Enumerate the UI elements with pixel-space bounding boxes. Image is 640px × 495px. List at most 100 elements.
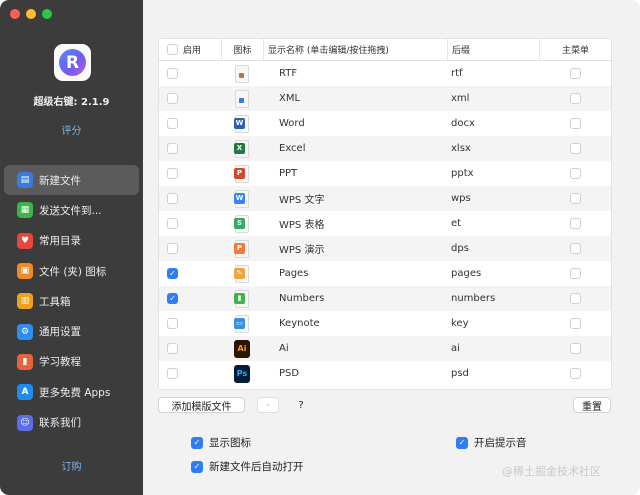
main-menu-checkbox[interactable] [569, 268, 581, 279]
auto-open-label: 新建文件后自动打开 [209, 461, 304, 473]
display-name[interactable]: PSD [263, 361, 447, 386]
file-suffix: xml [451, 93, 470, 104]
display-name[interactable]: Pages [263, 261, 447, 286]
main-menu-checkbox[interactable] [569, 368, 581, 379]
powerpoint-icon: P [233, 164, 251, 184]
show-icon-label: 显示图标 [209, 437, 251, 449]
main-menu-checkbox[interactable] [569, 343, 581, 354]
display-name[interactable]: RTF [263, 61, 447, 86]
table-row[interactable]: ✓ ▮ Numbers numbers [159, 286, 611, 311]
table-row[interactable]: RTF rtf [159, 61, 611, 86]
main-menu-checkbox[interactable] [569, 293, 581, 304]
enable-checkbox[interactable] [167, 243, 178, 254]
sidebar-item-6[interactable]: ▮ 学习教程 [4, 347, 139, 377]
main-menu-checkbox[interactable] [569, 118, 581, 129]
file-suffix: pptx [451, 168, 474, 179]
r-logo-icon: R [59, 49, 86, 76]
display-name[interactable]: WPS 表格 [263, 211, 447, 236]
enable-checkbox[interactable] [167, 143, 178, 154]
sidebar-item-5[interactable]: ⚙ 通用设置 [4, 316, 139, 346]
help-button[interactable]: ? [293, 397, 309, 413]
auto-open-checkbox[interactable]: ✓ [191, 460, 203, 473]
enable-checkbox[interactable]: ✓ [167, 293, 178, 304]
table-row[interactable]: Ai Ai ai [159, 336, 611, 361]
main-menu-checkbox[interactable] [569, 168, 581, 179]
table-row[interactable]: ✓ ✎ Pages pages [159, 261, 611, 286]
minimize-window-button[interactable] [26, 9, 36, 19]
enable-checkbox[interactable] [167, 218, 178, 229]
show-icon-checkbox[interactable]: ✓ [191, 436, 203, 449]
enable-checkbox[interactable] [167, 168, 178, 179]
main-menu-checkbox[interactable] [569, 243, 581, 254]
enable-checkbox[interactable] [167, 318, 178, 329]
main-menu-checkbox[interactable] [569, 143, 581, 154]
enable-checkbox[interactable] [167, 193, 178, 204]
sidebar-item-2[interactable]: ♥ 常用目录 [4, 226, 139, 256]
table-row[interactable]: XML xml [159, 86, 611, 111]
sound-checkbox[interactable]: ✓ [456, 436, 468, 449]
gear-icon: ⚙ [17, 323, 33, 340]
display-name[interactable]: Word [263, 111, 447, 136]
display-name[interactable]: XML [263, 86, 447, 111]
file-suffix: docx [451, 118, 475, 129]
keynote-icon: ▭ [233, 314, 251, 334]
remove-button[interactable]: - [257, 397, 279, 413]
display-name[interactable]: Keynote [263, 311, 447, 336]
table-row[interactable]: Ps PSD psd [159, 361, 611, 386]
enable-checkbox[interactable] [167, 368, 178, 379]
sidebar-item-0[interactable]: ▤ 新建文件 [4, 165, 139, 196]
enable-checkbox[interactable] [167, 118, 178, 129]
select-all-checkbox[interactable] [167, 44, 178, 55]
enable-checkbox[interactable] [167, 343, 178, 354]
table-header: 启用 图标 显示名称 (单击编辑/按住拖拽) 后缀 主菜单 [159, 39, 611, 61]
main-menu-checkbox[interactable] [569, 68, 581, 79]
file-suffix: ai [451, 343, 460, 354]
header-main-menu: 主菜单 [539, 39, 611, 60]
auto-open-option[interactable]: ✓ 新建文件后自动打开 [191, 459, 304, 474]
table-row[interactable]: P PPT pptx [159, 161, 611, 186]
sidebar-item-8[interactable]: ☺ 联系我们 [4, 407, 139, 437]
subscribe-link[interactable]: 订购 [0, 458, 143, 473]
main-menu-checkbox[interactable] [569, 318, 581, 329]
zoom-window-button[interactable] [42, 9, 52, 19]
display-name[interactable]: WPS 演示 [263, 236, 447, 261]
main-menu-checkbox[interactable] [569, 93, 581, 104]
sidebar-item-label: 通用设置 [39, 326, 81, 339]
sidebar-item-1[interactable]: ▦ 发送文件到... [4, 195, 139, 225]
rate-link[interactable]: 评分 [0, 122, 143, 137]
file-suffix: xlsx [451, 143, 471, 154]
reset-button[interactable]: 重置 [573, 397, 611, 413]
file-suffix: et [451, 218, 462, 229]
enable-checkbox[interactable] [167, 93, 178, 104]
table-row[interactable]: P WPS 演示 dps [159, 236, 611, 261]
sound-option[interactable]: ✓ 开启提示音 [456, 435, 527, 450]
table-row[interactable]: ▭ Keynote key [159, 311, 611, 336]
main-menu-checkbox[interactable] [569, 193, 581, 204]
display-name[interactable]: Excel [263, 136, 447, 161]
illustrator-icon: Ai [233, 339, 251, 359]
sidebar-nav: ▤ 新建文件 ▦ 发送文件到... ♥ 常用目录 ▣ 文件 (夹) 图标 ▥ 工具箱 ⚙ 通用设置 ▮ 学… [4, 165, 139, 438]
main-menu-checkbox[interactable] [569, 218, 581, 229]
rtf-file-icon [233, 64, 251, 84]
add-template-button[interactable]: 添加模版文件 [158, 397, 245, 413]
table-body: RTF rtf XML xml W Word docx X Excel xlsx P PPT pptx W… [159, 61, 611, 386]
close-window-button[interactable] [10, 9, 20, 19]
enable-checkbox[interactable] [167, 68, 178, 79]
table-row[interactable]: W Word docx [159, 111, 611, 136]
main-panel: 启用 图标 显示名称 (单击编辑/按住拖拽) 后缀 主菜单 RTF rtf XML x… [143, 0, 640, 495]
display-name[interactable]: PPT [263, 161, 447, 186]
sidebar-item-7[interactable]: A 更多免费 Apps [4, 377, 139, 407]
display-name[interactable]: WPS 文字 [263, 186, 447, 211]
show-icon-option[interactable]: ✓ 显示图标 [191, 435, 251, 450]
sidebar-item-3[interactable]: ▣ 文件 (夹) 图标 [4, 256, 139, 286]
display-name[interactable]: Ai [263, 336, 447, 361]
table-row[interactable]: X Excel xlsx [159, 136, 611, 161]
heart-icon: ♥ [17, 232, 33, 249]
table-row[interactable]: W WPS 文字 wps [159, 186, 611, 211]
enable-checkbox[interactable]: ✓ [167, 268, 178, 279]
contact-icon: ☺ [17, 414, 33, 431]
display-name[interactable]: Numbers [263, 286, 447, 311]
sidebar-item-4[interactable]: ▥ 工具箱 [4, 286, 139, 316]
word-icon: W [233, 114, 251, 134]
table-row[interactable]: S WPS 表格 et [159, 211, 611, 236]
